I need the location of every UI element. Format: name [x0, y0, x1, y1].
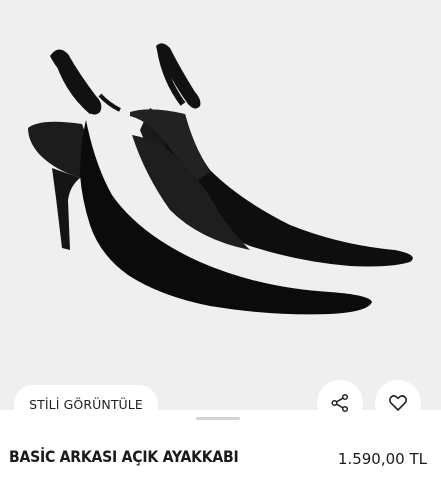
- product-image[interactable]: [0, 0, 441, 412]
- share-icon: [331, 393, 349, 413]
- favorite-button[interactable]: [375, 380, 421, 426]
- drag-handle[interactable]: [196, 417, 240, 420]
- product-title: BASİC ARKASI AÇIK AYAKKABI: [9, 447, 239, 466]
- shoes-illustration: [28, 43, 413, 315]
- share-button[interactable]: [317, 380, 363, 426]
- product-price: 1.590,00 TL: [337, 450, 427, 468]
- heart-icon: [389, 395, 407, 411]
